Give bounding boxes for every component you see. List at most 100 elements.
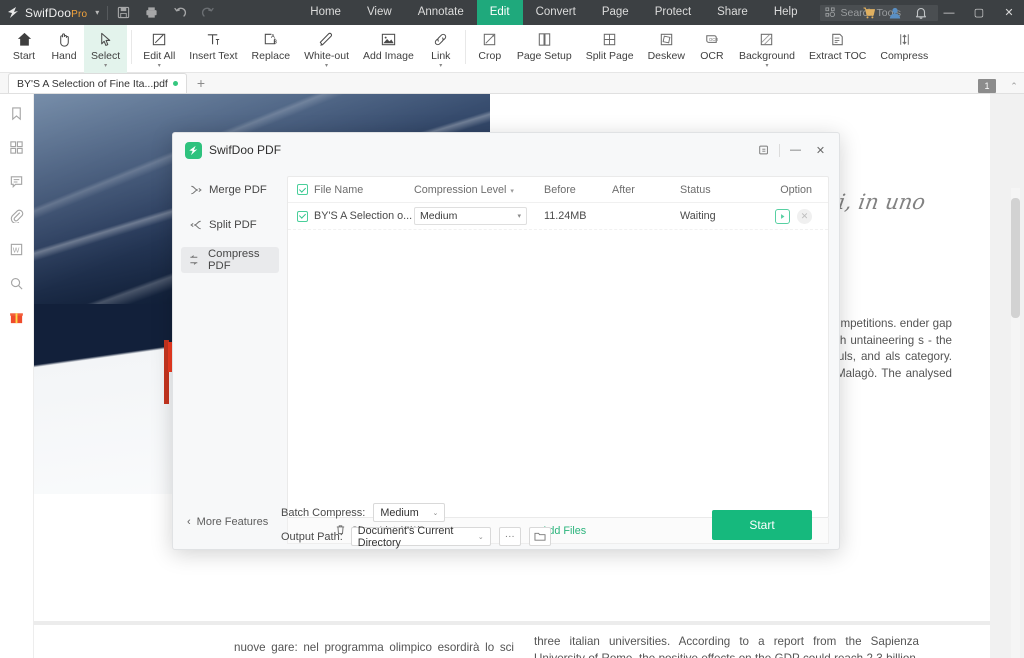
- remove-row-button[interactable]: ✕: [797, 208, 812, 224]
- attachment-icon[interactable]: [8, 206, 26, 224]
- more-features-button[interactable]: ‹ More Features: [187, 516, 268, 528]
- home-icon: [16, 29, 33, 49]
- dialog-minimize-button[interactable]: —: [783, 133, 808, 167]
- file-list-panel: File Name Compression Level ▾ Before Afte…: [287, 176, 829, 518]
- dialog-close-button[interactable]: ✕: [808, 133, 833, 167]
- ribbon-link[interactable]: Link ▾: [421, 25, 461, 73]
- brand-name: SwifDooPro: [25, 5, 88, 20]
- col-compression-level[interactable]: Compression Level ▾: [414, 184, 544, 196]
- chevron-down-icon[interactable]: ▾: [104, 63, 107, 69]
- ribbon-deskew[interactable]: Deskew: [641, 25, 692, 73]
- ribbon-label: Select: [91, 50, 121, 62]
- folder-icon[interactable]: [528, 527, 551, 546]
- app-logo[interactable]: SwifDooPro ▾: [0, 6, 99, 20]
- menu-item-protect[interactable]: Protect: [642, 0, 704, 25]
- chevron-down-icon[interactable]: ▾: [158, 63, 161, 69]
- compress-icon: [189, 254, 201, 267]
- nav-split-pdf[interactable]: Split PDF: [181, 212, 279, 238]
- redo-icon[interactable]: [200, 5, 215, 20]
- cart-icon[interactable]: [856, 0, 882, 25]
- account-icon[interactable]: [882, 0, 908, 25]
- menu-item-convert[interactable]: Convert: [523, 0, 589, 25]
- output-path-more-button[interactable]: ···: [498, 527, 521, 546]
- batch-compress-select[interactable]: Medium ⌄: [373, 503, 446, 522]
- menu-item-view[interactable]: View: [354, 0, 405, 25]
- ribbon-crop[interactable]: Crop: [470, 25, 510, 73]
- menu-item-share[interactable]: Share: [704, 0, 761, 25]
- document-tab-label: BY'S A Selection of Fine Ita...pdf: [17, 77, 168, 90]
- chevron-down-icon: ⌄: [432, 509, 439, 517]
- menu-item-help[interactable]: Help: [761, 0, 811, 25]
- select-all-checkbox[interactable]: [288, 184, 314, 195]
- viewer-sidebar: W: [0, 94, 34, 658]
- ribbon-select[interactable]: Select ▾: [84, 25, 128, 73]
- ribbon-edit-all[interactable]: Edit All ▾: [136, 25, 182, 73]
- bookmark-icon[interactable]: [8, 104, 26, 122]
- compression-level-select[interactable]: Medium ▾: [414, 207, 527, 225]
- scroll-up-button[interactable]: ⌃: [1008, 80, 1020, 93]
- restore-window-icon[interactable]: [751, 133, 776, 167]
- new-tab-button[interactable]: +: [197, 73, 205, 93]
- thumbnails-icon[interactable]: [8, 138, 26, 156]
- start-button[interactable]: Start: [712, 510, 812, 540]
- print-icon[interactable]: [144, 5, 159, 20]
- menu-item-page[interactable]: Page: [589, 0, 642, 25]
- chevron-down-icon[interactable]: ▾: [765, 63, 768, 69]
- chevron-down-icon[interactable]: ▾: [439, 63, 442, 69]
- page-separator: [34, 621, 990, 625]
- nav-merge-pdf[interactable]: Merge PDF: [181, 177, 279, 203]
- ribbon-extract-toc[interactable]: Extract TOC: [802, 25, 873, 73]
- nav-label: Split PDF: [209, 219, 257, 231]
- ribbon-add-image[interactable]: Add Image: [356, 25, 421, 73]
- document-tab[interactable]: BY'S A Selection of Fine Ita...pdf: [8, 73, 187, 93]
- menu-item-home[interactable]: Home: [297, 0, 354, 25]
- gift-icon[interactable]: [8, 308, 26, 326]
- nav-compress-pdf[interactable]: Compress PDF: [181, 247, 279, 273]
- play-icon[interactable]: [775, 208, 790, 224]
- ribbon-label: Add Image: [363, 50, 414, 62]
- search-icon[interactable]: [8, 274, 26, 292]
- window-minimize-button[interactable]: —: [934, 0, 964, 25]
- ribbon-label: Deskew: [647, 50, 685, 62]
- link-icon: [432, 29, 449, 49]
- menu-item-annotate[interactable]: Annotate: [405, 0, 477, 25]
- chevron-left-icon: ‹: [187, 516, 191, 528]
- ribbon-split-page[interactable]: Split Page: [579, 25, 641, 73]
- window-maximize-button[interactable]: ▢: [964, 0, 994, 25]
- window-close-button[interactable]: ✕: [994, 0, 1024, 25]
- ribbon-background[interactable]: Background ▾: [732, 25, 802, 73]
- titlebar-divider: [107, 5, 109, 20]
- dialog-footer: ‹ More Features Batch Compress: Medium ⌄…: [173, 493, 841, 551]
- table-row[interactable]: BY'S A Selection o... Medium ▾ 11.24MB W…: [288, 203, 828, 230]
- ribbon-replace[interactable]: AB Replace: [245, 25, 298, 73]
- nav-label: Compress PDF: [208, 248, 260, 272]
- col-option: Option: [780, 183, 812, 196]
- brand-dropdown-caret-icon[interactable]: ▾: [95, 8, 99, 17]
- split-page-icon: [601, 29, 618, 49]
- undo-icon[interactable]: [172, 5, 187, 20]
- menu-item-edit[interactable]: Edit: [476, 0, 523, 25]
- ribbon-start[interactable]: Start: [4, 25, 44, 73]
- titlebar-right-group: — ▢ ✕: [856, 0, 1024, 25]
- ribbon-whiteout[interactable]: White-out ▾: [297, 25, 356, 73]
- nav-label: Merge PDF: [209, 184, 267, 196]
- more-features-label: More Features: [196, 516, 269, 528]
- row-status: Waiting: [680, 210, 716, 222]
- bell-icon[interactable]: [908, 0, 934, 25]
- col-compression-level-label: Compression Level: [414, 183, 507, 196]
- ribbon-insert-text[interactable]: Insert Text: [182, 25, 244, 73]
- word-icon[interactable]: W: [8, 240, 26, 258]
- ribbon-page-setup[interactable]: Page Setup: [510, 25, 579, 73]
- add-image-icon: [380, 29, 397, 49]
- chevron-down-icon[interactable]: ▾: [325, 63, 328, 69]
- output-path-select[interactable]: Document's Current Directory ⌄: [350, 525, 491, 549]
- row-checkbox[interactable]: [288, 210, 314, 222]
- sort-caret-icon[interactable]: ▾: [510, 188, 514, 195]
- ribbon-ocr[interactable]: OCR OCR: [692, 25, 732, 73]
- vertical-scrollbar-thumb[interactable]: [1011, 198, 1020, 318]
- row-compression-level[interactable]: Medium ▾: [414, 207, 544, 225]
- comment-icon[interactable]: [8, 172, 26, 190]
- ribbon-hand[interactable]: Hand: [44, 25, 84, 73]
- ribbon-compress[interactable]: Compress: [873, 25, 935, 73]
- save-icon[interactable]: [116, 5, 131, 20]
